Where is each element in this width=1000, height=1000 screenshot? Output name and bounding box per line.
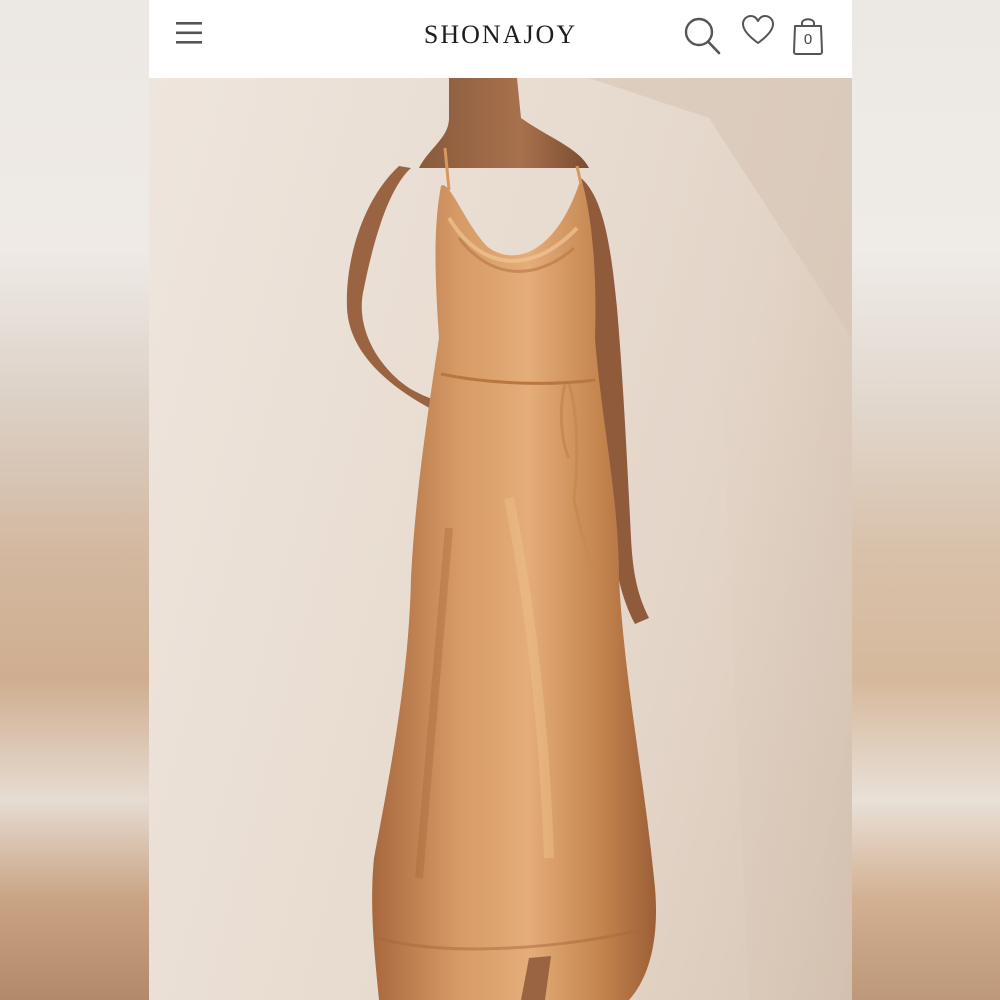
- model-in-satin-slip-dress-illustration: [346, 78, 852, 1000]
- search-icon: [684, 17, 721, 55]
- heart-icon: [742, 15, 774, 44]
- wishlist-button[interactable]: [741, 14, 775, 48]
- site-header: SHONAJOY 0: [149, 0, 852, 78]
- blurred-backdrop-right: [852, 0, 1000, 1000]
- shopping-bag-button[interactable]: 0: [791, 14, 825, 56]
- mobile-screen: SHONAJOY 0: [149, 0, 852, 1000]
- bag-count-badge: 0: [803, 31, 813, 48]
- blurred-backdrop-left: [0, 0, 149, 1000]
- product-hero-image[interactable]: [149, 78, 852, 1000]
- search-button[interactable]: [683, 14, 723, 58]
